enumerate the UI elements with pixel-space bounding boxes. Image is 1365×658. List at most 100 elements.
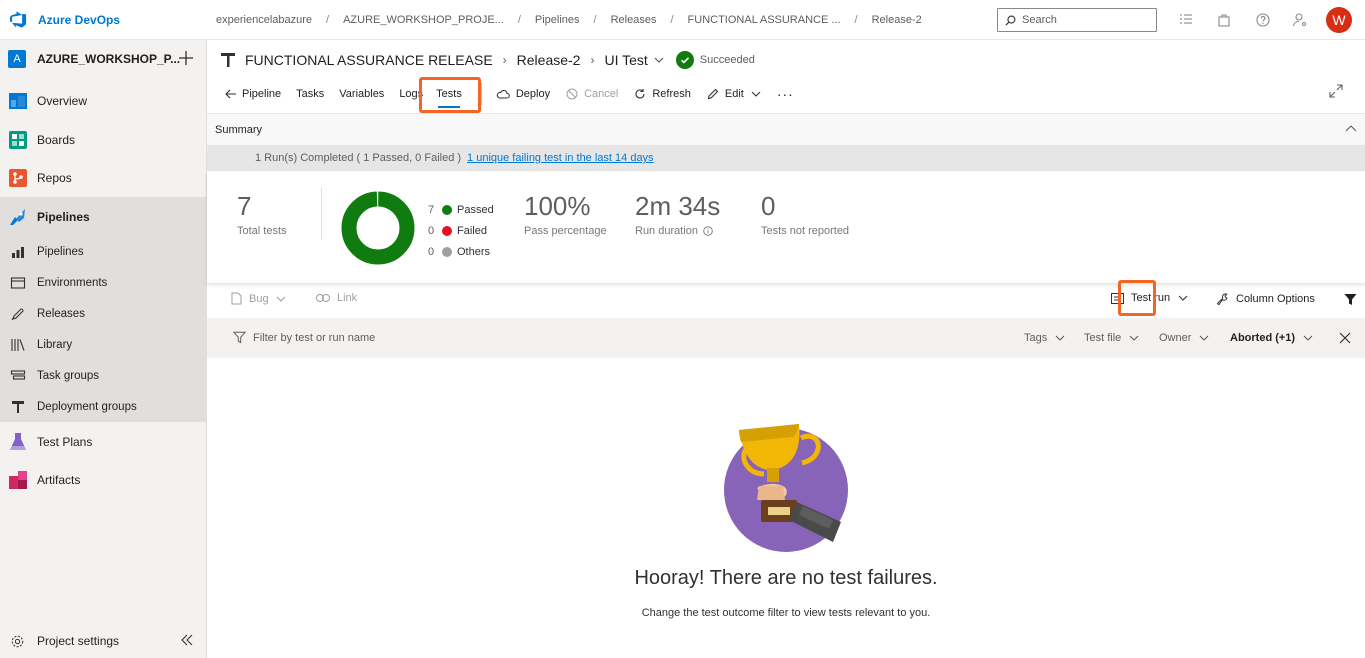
shopping-bag-icon[interactable]	[1216, 12, 1232, 28]
refresh-label: Refresh	[652, 88, 691, 100]
sidebar-item-boards[interactable]: Boards	[0, 127, 206, 153]
avatar[interactable]: W	[1326, 7, 1352, 33]
sidebar-subitem-deployment-groups[interactable]: Deployment groups	[0, 391, 206, 422]
test-file-filter-dropdown[interactable]: Test file	[1084, 332, 1139, 344]
deployment-groups-icon	[12, 400, 24, 413]
column-options-button[interactable]: Column Options	[1216, 292, 1315, 305]
refresh-button[interactable]: Refresh	[634, 88, 691, 100]
search-placeholder: Search	[1022, 14, 1057, 26]
legend-count: 0	[428, 224, 435, 237]
main-content: FUNCTIONAL ASSURANCE RELEASE › Release-2…	[207, 40, 1365, 658]
sidebar-subitem-library[interactable]: Library	[0, 329, 206, 360]
release-header: FUNCTIONAL ASSURANCE RELEASE › Release-2…	[221, 50, 755, 70]
clear-filters-close-icon[interactable]	[1338, 331, 1352, 345]
sidebar: A AZURE_WORKSHOP_P... Overview Boards Re…	[0, 40, 207, 658]
sidebar-item-test-plans[interactable]: Test Plans	[0, 429, 206, 455]
edit-button[interactable]: Edit	[707, 88, 761, 100]
expand-icon[interactable]	[1329, 84, 1343, 98]
breadcrumb-project[interactable]: AZURE_WORKSHOP_PROJE...	[343, 14, 504, 26]
breadcrumb-separator: /	[517, 13, 521, 26]
top-bar: Azure DevOps experiencelabazure / AZURE_…	[0, 0, 1365, 40]
legend-count: 0	[428, 245, 435, 258]
tab-variables[interactable]: Variables	[339, 88, 384, 100]
sidebar-subitem-label: Environments	[37, 276, 108, 289]
sidebar-subitem-label: Pipelines	[37, 245, 84, 258]
sidebar-item-overview[interactable]: Overview	[0, 88, 206, 114]
pipelines-sub-icon	[12, 246, 24, 258]
sidebar-subitem-label: Releases	[37, 307, 85, 320]
pass-percentage-label: Pass percentage	[524, 225, 607, 237]
release-definition-name[interactable]: FUNCTIONAL ASSURANCE RELEASE	[245, 52, 493, 68]
breadcrumb-releases[interactable]: Releases	[611, 14, 657, 26]
sidebar-item-repos[interactable]: Repos	[0, 165, 206, 191]
success-check-icon	[675, 51, 694, 69]
filter-keyword[interactable]: Filter by test or run name	[233, 331, 375, 344]
empty-state-subtitle: Change the test outcome filter to view t…	[641, 607, 931, 619]
help-icon[interactable]	[1255, 12, 1271, 28]
user-settings-icon[interactable]	[1292, 12, 1308, 28]
chevron-down-icon[interactable]	[654, 55, 664, 65]
sidebar-subitem-task-groups[interactable]: Task groups	[0, 360, 206, 391]
outcome-filter-dropdown[interactable]: Aborted (+1)	[1230, 332, 1313, 344]
owner-filter-dropdown[interactable]: Owner	[1159, 332, 1209, 344]
sidebar-subitem-label: Task groups	[37, 369, 100, 382]
failed-dot-icon	[442, 225, 452, 236]
project-badge: A	[8, 50, 26, 68]
release-name[interactable]: Release-2	[517, 52, 581, 68]
tab-pipeline[interactable]: Pipeline	[225, 88, 281, 100]
bug-button[interactable]: Bug	[231, 292, 286, 305]
search-box[interactable]: Search	[997, 8, 1157, 32]
deploy-button[interactable]: Deploy	[496, 88, 550, 100]
releases-icon	[11, 307, 24, 320]
outcome-legend: 7 Passed 0 Failed 0 Others	[428, 199, 494, 262]
breadcrumb-separator: /	[670, 13, 674, 26]
sidebar-item-pipelines[interactable]: Pipelines	[0, 197, 206, 236]
not-reported-label: Tests not reported	[761, 225, 850, 237]
summary-header[interactable]: Summary	[207, 113, 1365, 145]
tab-tasks[interactable]: Tasks	[296, 88, 324, 100]
link-button[interactable]: Link	[316, 292, 357, 304]
cancel-button[interactable]: Cancel	[566, 88, 618, 100]
legend-passed: 7 Passed	[428, 199, 494, 220]
info-icon[interactable]	[703, 226, 713, 236]
sidebar-subitem-label: Deployment groups	[37, 400, 137, 413]
sidebar-subitem-releases[interactable]: Releases	[0, 298, 206, 329]
failing-tests-link[interactable]: 1 unique failing test in the last 14 day…	[467, 152, 654, 164]
new-item-plus-icon[interactable]	[177, 49, 195, 67]
pass-percentage-value: 100%	[524, 191, 591, 221]
list-icon[interactable]	[1178, 12, 1194, 28]
brand[interactable]: Azure DevOps	[0, 0, 207, 40]
test-file-filter-label: Test file	[1084, 332, 1122, 344]
more-actions-button[interactable]: ···	[777, 86, 794, 102]
arrow-left-icon	[225, 89, 236, 99]
column-options-label: Column Options	[1236, 292, 1315, 305]
tags-filter-label: Tags	[1024, 332, 1048, 344]
collapse-sidebar-icon[interactable]	[180, 633, 194, 647]
breadcrumb-separator: /	[854, 13, 858, 26]
chevron-up-icon[interactable]	[1345, 123, 1357, 135]
project-selector[interactable]: A AZURE_WORKSHOP_P...	[0, 40, 206, 78]
trophy-illustration-icon	[724, 424, 848, 552]
sidebar-subitem-pipelines[interactable]: Pipelines	[0, 236, 206, 267]
run-duration-label: Run duration	[635, 225, 698, 237]
chevron-down-icon	[1178, 295, 1188, 301]
total-tests-label: Total tests	[237, 225, 287, 237]
chevron-down-icon	[276, 296, 285, 302]
empty-state: Hooray! There are no test failures. Chan…	[207, 358, 1365, 658]
breadcrumb-release-definition[interactable]: FUNCTIONAL ASSURANCE ...	[688, 14, 841, 26]
edit-label: Edit	[724, 88, 744, 100]
legend-failed: 0 Failed	[428, 220, 494, 241]
stage-name[interactable]: UI Test	[604, 52, 647, 68]
project-settings[interactable]: Project settings	[0, 630, 206, 652]
legend-label: Passed	[457, 203, 494, 216]
legend-count: 7	[428, 203, 435, 216]
sidebar-subitem-environments[interactable]: Environments	[0, 267, 206, 298]
breadcrumb-release[interactable]: Release-2	[872, 14, 922, 26]
sidebar-item-artifacts[interactable]: Artifacts	[0, 467, 206, 493]
breadcrumb-org[interactable]: experiencelabazure	[216, 14, 312, 26]
filter-funnel-icon[interactable]	[1344, 293, 1357, 306]
breadcrumb-pipelines[interactable]: Pipelines	[535, 14, 580, 26]
outcome-donut-chart	[341, 191, 415, 265]
empty-state-title: Hooray! There are no test failures.	[634, 567, 938, 589]
tags-filter-dropdown[interactable]: Tags	[1024, 332, 1065, 344]
